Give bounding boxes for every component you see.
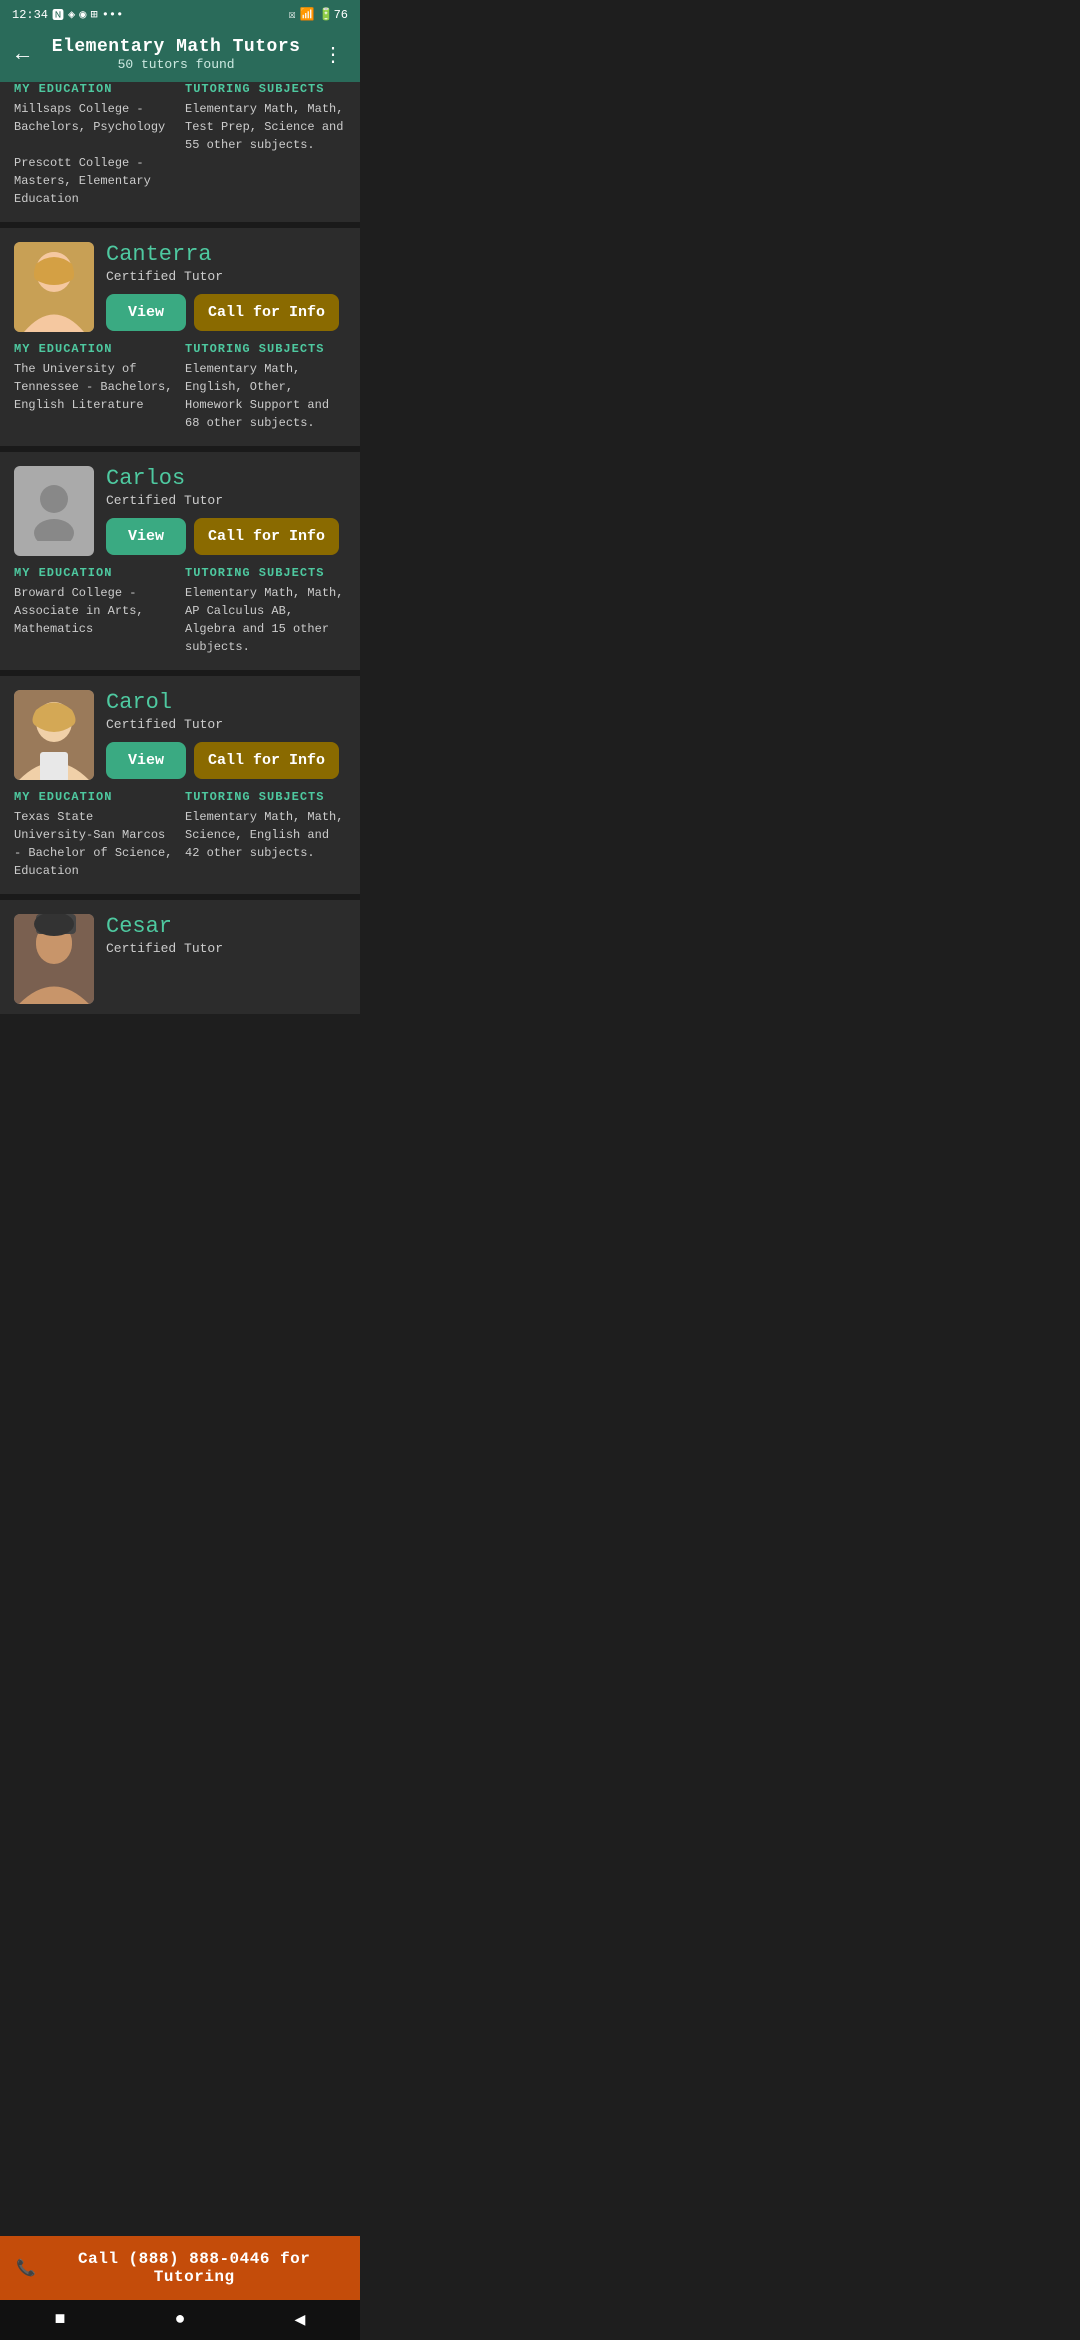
- view-button-canterra[interactable]: View: [106, 294, 186, 331]
- tutor-card-canterra: Canterra Certified Tutor View Call for I…: [0, 228, 360, 452]
- app-header: ← Elementary Math Tutors 50 tutors found…: [0, 29, 360, 82]
- tutor-name-cesar: Cesar: [106, 914, 346, 939]
- tutor-card-cesar: Cesar Certified Tutor: [0, 900, 360, 1014]
- partial-card: MY EDUCATION Millsaps College - Bachelor…: [0, 82, 360, 228]
- tutor-buttons-carlos: View Call for Info: [106, 518, 346, 555]
- tutor-details-carol: MY EDUCATION Texas State University-San …: [0, 790, 360, 894]
- call-button-canterra[interactable]: Call for Info: [194, 294, 339, 331]
- tutor-header-canterra: Canterra Certified Tutor View Call for I…: [0, 228, 360, 342]
- tutor-details-carlos: MY EDUCATION Broward College - Associate…: [0, 566, 360, 670]
- tutor-details-canterra: MY EDUCATION The University of Tennessee…: [0, 342, 360, 446]
- call-bar-text: Call (888) 888-0446 for Tutoring: [44, 2250, 344, 2286]
- more-icon: •••: [102, 8, 124, 22]
- subjects-col-carol: TUTORING SUBJECTS Elementary Math, Math,…: [185, 790, 346, 880]
- subjects-label-carlos: TUTORING SUBJECTS: [185, 566, 346, 580]
- tutor-header-cesar: Cesar Certified Tutor: [0, 900, 360, 1014]
- partial-subjects-text: Elementary Math, Math, Test Prep, Scienc…: [185, 100, 346, 154]
- tutor-info-carlos: Carlos Certified Tutor View Call for Inf…: [106, 466, 346, 555]
- subjects-col-carlos: TUTORING SUBJECTS Elementary Math, Math,…: [185, 566, 346, 656]
- grid-icon: ⊞: [91, 7, 98, 22]
- education-col-canterra: MY EDUCATION The University of Tennessee…: [14, 342, 175, 432]
- status-bar: 12:34 🅽 ◈ ◉ ⊞ ••• ☒ 📶 🔋76: [0, 0, 360, 29]
- call-bar[interactable]: 📞 Call (888) 888-0446 for Tutoring: [0, 2236, 360, 2300]
- header-center: Elementary Math Tutors 50 tutors found: [29, 37, 323, 72]
- subjects-text-carlos: Elementary Math, Math, AP Calculus AB, A…: [185, 584, 346, 656]
- subjects-label-carol: TUTORING SUBJECTS: [185, 790, 346, 804]
- tutor-name-canterra: Canterra: [106, 242, 346, 267]
- partial-education-col: MY EDUCATION Millsaps College - Bachelor…: [14, 82, 175, 208]
- nfc-icon: 🅽: [52, 6, 64, 23]
- nav-bar: ■ ● ◀: [0, 2300, 360, 2340]
- partial-subjects-col: TUTORING SUBJECTS Elementary Math, Math,…: [185, 82, 346, 208]
- partial-education-label: MY EDUCATION: [14, 82, 175, 96]
- avatar-carlos: [14, 466, 94, 556]
- menu-button[interactable]: ⋮: [323, 42, 344, 68]
- education-text-carlos: Broward College - Associate in Arts, Mat…: [14, 584, 175, 638]
- tutor-title-carol: Certified Tutor: [106, 717, 346, 732]
- call-button-carol[interactable]: Call for Info: [194, 742, 339, 779]
- tutor-buttons-carol: View Call for Info: [106, 742, 346, 779]
- tutor-card-carlos: Carlos Certified Tutor View Call for Inf…: [0, 452, 360, 676]
- nav-home-button[interactable]: ●: [175, 2310, 186, 2330]
- subjects-col-canterra: TUTORING SUBJECTS Elementary Math, Engli…: [185, 342, 346, 432]
- subjects-label-canterra: TUTORING SUBJECTS: [185, 342, 346, 356]
- partial-details: MY EDUCATION Millsaps College - Bachelor…: [14, 82, 346, 208]
- back-button[interactable]: ←: [16, 42, 29, 67]
- call-button-carlos[interactable]: Call for Info: [194, 518, 339, 555]
- phone-icon: 📞: [16, 2258, 36, 2278]
- circle-icon: ◉: [79, 7, 86, 22]
- view-button-carol[interactable]: View: [106, 742, 186, 779]
- page-title: Elementary Math Tutors: [29, 37, 323, 57]
- nav-square-button[interactable]: ■: [55, 2310, 66, 2330]
- status-right: ☒ 📶 🔋76: [288, 7, 348, 22]
- tutor-info-carol: Carol Certified Tutor View Call for Info: [106, 690, 346, 779]
- education-col-carlos: MY EDUCATION Broward College - Associate…: [14, 566, 175, 656]
- education-label-carol: MY EDUCATION: [14, 790, 175, 804]
- avatar-carol: [14, 690, 94, 780]
- education-label-carlos: MY EDUCATION: [14, 566, 175, 580]
- dropbox-icon: ◈: [68, 7, 75, 22]
- avatar-canterra: [14, 242, 94, 332]
- tutor-header-carol: Carol Certified Tutor View Call for Info: [0, 676, 360, 790]
- view-button-carlos[interactable]: View: [106, 518, 186, 555]
- education-text-carol: Texas State University-San Marcos - Bach…: [14, 808, 175, 880]
- partial-subjects-label: TUTORING SUBJECTS: [185, 82, 346, 96]
- tutor-title-canterra: Certified Tutor: [106, 269, 346, 284]
- tutor-name-carlos: Carlos: [106, 466, 346, 491]
- status-time: 12:34: [12, 8, 48, 22]
- tutor-title-cesar: Certified Tutor: [106, 941, 346, 956]
- tutor-name-carol: Carol: [106, 690, 346, 715]
- tutor-header-carlos: Carlos Certified Tutor View Call for Inf…: [0, 452, 360, 566]
- education-label-canterra: MY EDUCATION: [14, 342, 175, 356]
- tutor-buttons-canterra: View Call for Info: [106, 294, 346, 331]
- tutor-count: 50 tutors found: [29, 57, 323, 72]
- tutor-title-carlos: Certified Tutor: [106, 493, 346, 508]
- tutor-info-canterra: Canterra Certified Tutor View Call for I…: [106, 242, 346, 331]
- partial-education-text: Millsaps College - Bachelors, Psychology…: [14, 100, 175, 208]
- education-col-carol: MY EDUCATION Texas State University-San …: [14, 790, 175, 880]
- tutor-info-cesar: Cesar Certified Tutor: [106, 914, 346, 966]
- wifi-icon: 📶: [300, 7, 315, 22]
- subjects-text-canterra: Elementary Math, English, Other, Homewor…: [185, 360, 346, 432]
- nav-back-button[interactable]: ◀: [295, 2309, 306, 2331]
- education-text-canterra: The University of Tennessee - Bachelors,…: [14, 360, 175, 414]
- avatar-cesar: [14, 914, 94, 1004]
- subjects-text-carol: Elementary Math, Math, Science, English …: [185, 808, 346, 862]
- status-left: 12:34 🅽 ◈ ◉ ⊞ •••: [12, 6, 123, 23]
- content-scroll: MY EDUCATION Millsaps College - Bachelor…: [0, 82, 360, 1114]
- tutor-card-carol: Carol Certified Tutor View Call for Info…: [0, 676, 360, 900]
- battery-icon: 🔋76: [319, 7, 348, 22]
- close-box-icon: ☒: [288, 7, 295, 22]
